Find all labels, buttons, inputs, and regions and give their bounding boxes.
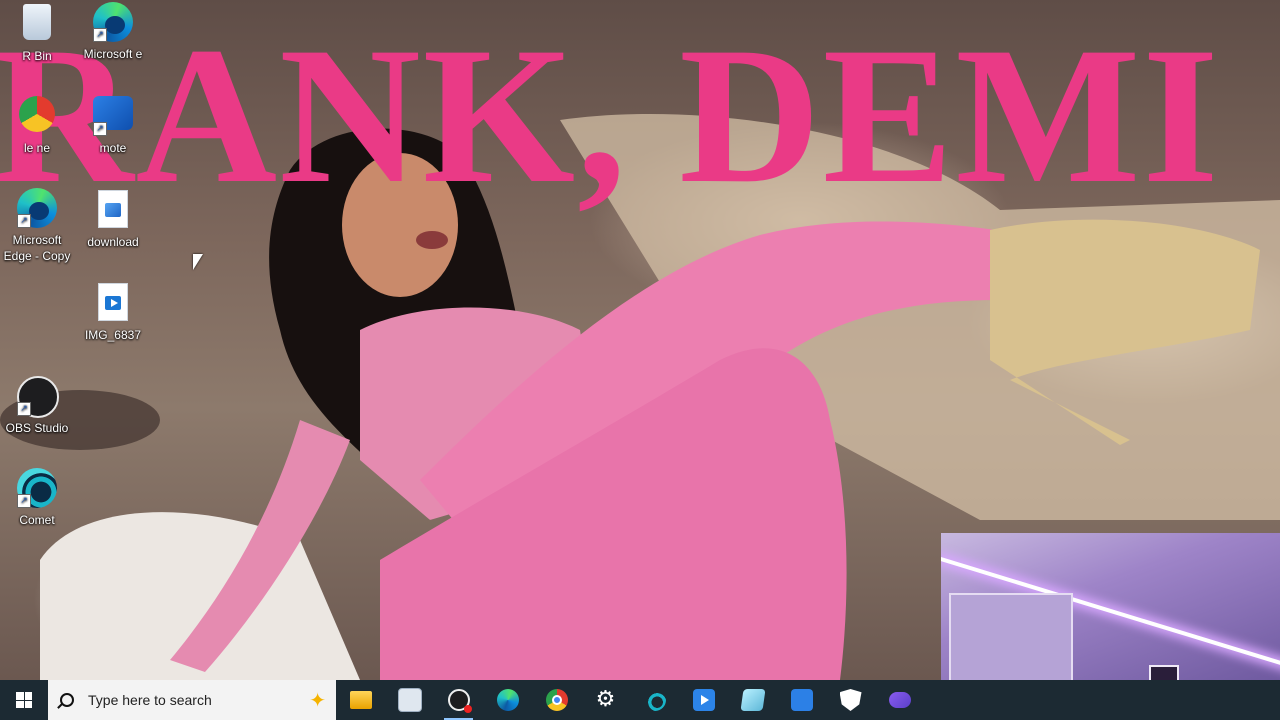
taskbar-app-file-explorer[interactable] — [336, 680, 385, 720]
notes-icon — [739, 689, 766, 711]
taskbar-app-obs-studio[interactable] — [434, 680, 483, 720]
search-highlight-icon: ✦ — [309, 690, 326, 712]
desktop-icon-label: OBS Studio — [5, 421, 69, 435]
webcam-wall-frame — [1149, 665, 1179, 680]
desktop-icon-google-chrome[interactable]: le ne — [0, 96, 75, 156]
desktop-icon-recycle-bin[interactable]: R Bin — [0, 4, 75, 64]
desktop-icon-label: mote — [99, 141, 127, 155]
windows-logo-icon — [16, 692, 32, 708]
taskbar-app-remote-play[interactable] — [777, 680, 826, 720]
wallpaper-lips — [416, 231, 448, 249]
video-file-icon — [93, 283, 133, 323]
image-file-icon — [93, 190, 133, 230]
comet-icon: ↗ — [17, 468, 57, 508]
desktop-icon-label: Microsoft Edge - Copy — [3, 233, 71, 263]
edge-icon: ↗ — [17, 188, 57, 228]
chrome-icon — [545, 689, 568, 711]
files-icon — [397, 688, 422, 712]
wallpaper-face — [342, 153, 458, 297]
desktop-icon-comet[interactable]: ↗ Comet — [0, 468, 75, 528]
search-icon — [60, 693, 74, 707]
comet-icon — [643, 689, 666, 711]
desktop-icon-download[interactable]: download — [75, 190, 151, 250]
taskbar-app-settings[interactable]: ⚙ — [581, 680, 630, 720]
taskbar-app-notes[interactable] — [728, 680, 777, 720]
obs-recording-icon — [447, 689, 472, 713]
desktop-icon-label: Comet — [19, 513, 55, 527]
remote-play-icon — [790, 689, 813, 711]
remote-play-icon: ↗ — [93, 96, 133, 136]
webcam-overlay — [941, 533, 1280, 680]
mouse-cursor — [193, 254, 203, 270]
desktop-icon-img-6837[interactable]: IMG_6837 — [75, 283, 151, 343]
taskbar-app-comet[interactable] — [630, 680, 679, 720]
desktop-icon-label: R Bin — [22, 49, 52, 63]
folder-icon — [349, 691, 372, 709]
taskbar: Type here to search ✦ ⚙ — [0, 680, 1280, 720]
taskbar-app-edge[interactable] — [483, 680, 532, 720]
desktop-icon-label: download — [87, 235, 139, 249]
edge-icon: ↗ — [93, 2, 133, 42]
taskbar-app-chrome[interactable] — [532, 680, 581, 720]
taskbar-search-box[interactable]: Type here to search ✦ — [48, 680, 336, 720]
shield-icon — [839, 689, 862, 711]
taskbar-app-game-controller[interactable] — [875, 680, 924, 720]
media-player-icon — [692, 689, 715, 711]
obs-icon: ↗ — [17, 376, 59, 418]
gamepad-icon — [888, 692, 911, 708]
desktop-icon-label: IMG_6837 — [84, 328, 142, 342]
desktop-icon-label: le ne — [23, 141, 51, 155]
webcam-door — [949, 593, 1073, 680]
taskbar-app-windows-security[interactable] — [826, 680, 875, 720]
desktop-icon-label: Microsoft e — [83, 47, 143, 61]
desktop-icon-edge-copy[interactable]: ↗ Microsoft Edge - Copy — [0, 188, 75, 264]
taskbar-app-media-player[interactable] — [679, 680, 728, 720]
edge-icon — [496, 689, 519, 711]
taskbar-app-files[interactable] — [385, 680, 434, 720]
start-button[interactable] — [0, 680, 48, 720]
gear-icon: ⚙ — [595, 687, 616, 712]
desktop-icon-microsoft-edge[interactable]: ↗ Microsoft e — [75, 2, 151, 62]
chrome-icon — [17, 96, 57, 136]
recycle-bin-icon — [17, 4, 57, 44]
desktop-icon-remote[interactable]: ↗ mote — [75, 96, 151, 156]
search-placeholder: Type here to search — [88, 692, 212, 708]
desktop-icon-obs-studio[interactable]: ↗ OBS Studio — [0, 376, 75, 436]
